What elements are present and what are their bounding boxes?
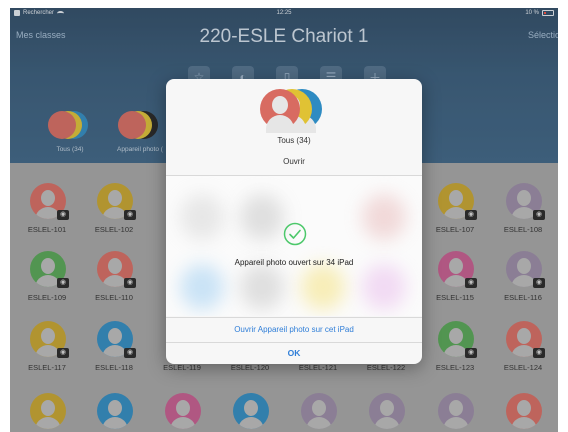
blurred-app-grid: Appareil photo ouvert sur 34 iPad bbox=[166, 176, 422, 316]
blurred-app-icon bbox=[362, 194, 406, 240]
avatar bbox=[260, 89, 300, 133]
ipad-screen: Rechercher 12:25 10 % Mes classes 220-ES… bbox=[10, 8, 558, 432]
ok-button[interactable]: OK bbox=[166, 343, 422, 364]
blurred-app-icon bbox=[362, 264, 406, 310]
modal-group-avatars bbox=[256, 89, 336, 133]
success-message: Appareil photo ouvert sur 34 iPad bbox=[234, 258, 354, 267]
open-camera-on-this-ipad-button[interactable]: Ouvrir Appareil photo sur cet iPad bbox=[166, 318, 422, 342]
blurred-app-icon bbox=[180, 264, 224, 310]
blurred-app-icon bbox=[240, 194, 284, 240]
blurred-app-icon bbox=[240, 264, 284, 310]
blurred-app-icon bbox=[180, 194, 224, 240]
checkmark-icon bbox=[283, 222, 307, 246]
blurred-app-icon bbox=[301, 264, 345, 310]
dialog-action-label: Ouvrir bbox=[283, 157, 305, 166]
camera-open-dialog: Tous (34) Ouvrir Appareil photo ouvert s… bbox=[166, 79, 422, 364]
dialog-title: Tous (34) bbox=[277, 136, 311, 145]
